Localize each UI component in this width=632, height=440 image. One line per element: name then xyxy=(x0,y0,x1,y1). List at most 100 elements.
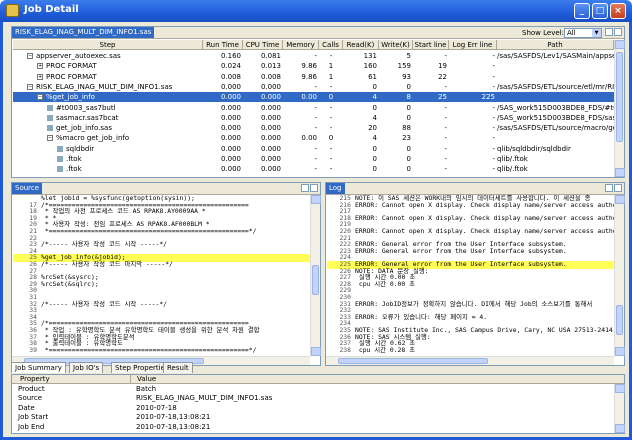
scroll-thumb[interactable] xyxy=(616,305,623,335)
cell-run: 0.000 xyxy=(220,155,241,163)
scroll-up-icon[interactable] xyxy=(615,195,625,204)
column-header[interactable]: Start line xyxy=(413,40,449,50)
column-header[interactable]: Calls xyxy=(319,40,343,50)
cell-step: + PROC FORMAT xyxy=(13,61,203,71)
step-name: appserver_autoexec.sas xyxy=(36,52,121,60)
log-line-text: cpu 시간 0.28 초 xyxy=(355,345,415,354)
cell-step: sasmacr.sas7bcat xyxy=(13,113,203,123)
table-row[interactable]: sasmacr.sas7bcat 0.000 0.000- -4 0- -/SAS_wor… xyxy=(13,113,614,123)
cell-start: - xyxy=(444,103,447,112)
step-name: get_job_info.sas xyxy=(56,124,112,133)
steps-panel: RISK_ELAG_INAG_MULT_DIM_INFO1.sas Show L… xyxy=(11,26,625,178)
cell-run: 0.160 xyxy=(220,52,241,60)
source-tab[interactable]: Source xyxy=(12,183,43,194)
cell-read: 131 xyxy=(363,52,377,60)
source-code-view[interactable]: %let jobid = %sysfunc(getoption(sysin));… xyxy=(13,195,311,355)
table-row[interactable]: .ftok 0.000 0.000- -0 0- - qlib/.ftok xyxy=(13,154,614,164)
expand-icon[interactable]: + xyxy=(37,73,43,80)
column-header[interactable]: Step xyxy=(13,40,203,50)
log-vertical-scrollbar[interactable] xyxy=(614,195,625,356)
cell-run: 0.000 xyxy=(220,124,241,133)
minimize-button[interactable]: _ xyxy=(574,3,590,19)
table-row[interactable]: − RISK_ELAG_INAG_MULT_DIM_INFO1.sas 0.000 0… xyxy=(13,82,614,92)
source-vertical-scrollbar[interactable] xyxy=(310,195,321,356)
table-row[interactable]: .ftok 0.000 0.000- -0 0- - qlib/.ftok xyxy=(13,164,614,174)
collapse-icon[interactable]: − xyxy=(37,94,43,101)
scroll-up-icon[interactable] xyxy=(615,384,625,393)
scroll-down-icon[interactable] xyxy=(615,424,625,433)
collapse-icon[interactable]: − xyxy=(47,135,53,142)
expand-icon[interactable]: + xyxy=(37,63,43,70)
panel-minimize-icon[interactable] xyxy=(605,28,613,36)
cell-read: 4 xyxy=(372,93,377,102)
collapse-icon[interactable]: − xyxy=(27,53,33,59)
table-row[interactable]: − appserver_autoexec.sas 0.160 0.081 - - 131 5 -… xyxy=(13,51,614,61)
table-row[interactable]: + PROC FORMAT 0.008 0.008 9.86 1 61 93 22 - xyxy=(13,72,614,82)
cell-write: 23 xyxy=(402,134,411,143)
column-header[interactable]: Path xyxy=(497,40,614,50)
cell-path xyxy=(497,61,614,71)
line-number: 238 xyxy=(339,345,351,354)
cell-cpu: 0.000 xyxy=(260,155,281,163)
table-row-selected[interactable]: − %get_job_info 0.000 0.000 0.00 0 4 8 25 225 xyxy=(13,92,614,103)
log-tab[interactable]: Log xyxy=(326,183,345,194)
cell-mem: - xyxy=(314,144,317,153)
table-row[interactable]: sqldbdir 0.000 0.000- -0 0- - qlib/sqldbdir/sq… xyxy=(13,144,614,154)
scroll-up-icon[interactable] xyxy=(311,195,321,204)
scroll-down-icon[interactable] xyxy=(615,347,625,356)
cell-read: 4 xyxy=(372,113,377,122)
cell-cpu: 0.081 xyxy=(260,52,281,60)
cell-mem: - xyxy=(314,103,317,112)
step-name: #t0003_sas7butl xyxy=(56,103,116,112)
cell-write: 0 xyxy=(406,144,411,153)
table-row[interactable]: + PROC FORMAT 0.024 0.013 9.86 1 160 159 19 - xyxy=(13,61,614,71)
table-row[interactable]: get_job_info.sas 0.000 0.000- -20 88- -/sas/S… xyxy=(13,123,614,133)
collapse-icon[interactable]: − xyxy=(27,83,33,90)
step-name: .ftok xyxy=(66,165,82,174)
table-row[interactable]: − %macro get_job_info 0.000 0.000 0.00 0 4 23- - xyxy=(13,133,614,143)
tab-job-summary[interactable]: Job Summary xyxy=(11,362,66,373)
scroll-down-icon[interactable] xyxy=(311,347,321,356)
scroll-thumb[interactable] xyxy=(616,52,623,142)
scroll-down-icon[interactable] xyxy=(615,168,625,177)
cell-read: 20 xyxy=(368,124,377,133)
tab-result[interactable]: Result xyxy=(163,362,193,373)
panel-minimize-icon[interactable] xyxy=(605,184,613,192)
scroll-thumb[interactable] xyxy=(312,265,319,295)
column-header[interactable]: CPU Time xyxy=(243,40,283,50)
show-level-select[interactable]: All ▼ xyxy=(564,28,602,38)
cell-write: 0 xyxy=(406,103,411,112)
column-header[interactable]: Write(K) xyxy=(379,40,413,50)
cell-read: 0 xyxy=(372,82,377,91)
panel-maximize-icon[interactable] xyxy=(614,184,622,192)
cell-calls: - xyxy=(329,52,333,60)
panel-maximize-icon[interactable] xyxy=(614,28,622,36)
column-header[interactable]: Log Err line xyxy=(449,40,497,50)
cell-start: - xyxy=(444,155,447,163)
tab-job-io-s[interactable]: Job IO's xyxy=(69,362,104,373)
summary-vertical-scrollbar[interactable] xyxy=(614,384,625,433)
chevron-down-icon[interactable]: ▼ xyxy=(592,29,601,37)
close-button[interactable]: × xyxy=(610,3,626,19)
maximize-button[interactable]: □ xyxy=(592,3,608,19)
column-header[interactable]: Memory xyxy=(283,40,319,50)
cell-err: - xyxy=(492,165,495,174)
column-header[interactable]: Run Time xyxy=(203,40,243,50)
log-text-view[interactable]: 215 NOTE: 이 SAS 세션은 WORK내의 임시의 데이터세트를 사용합… xyxy=(327,195,615,355)
step-name: .ftok xyxy=(66,155,82,163)
cell-start: - xyxy=(444,165,447,174)
property-column-header[interactable]: Property xyxy=(20,375,50,384)
table-row[interactable]: #t0003_sas7butl 0.000 0.000- -0 0- -/SAS_work… xyxy=(13,103,614,113)
scroll-up-icon[interactable] xyxy=(615,40,625,49)
steps-tab[interactable]: RISK_ELAG_INAG_MULT_DIM_INFO1.sas xyxy=(12,27,155,38)
panel-maximize-icon[interactable] xyxy=(310,184,318,192)
cell-write: 5 xyxy=(406,52,411,60)
property-name: Source xyxy=(18,394,43,403)
column-header[interactable]: Read(K) xyxy=(343,40,379,50)
cell-start: 22 xyxy=(438,72,447,81)
cell-calls: - xyxy=(329,124,333,133)
panel-minimize-icon[interactable] xyxy=(301,184,309,192)
steps-vertical-scrollbar[interactable] xyxy=(614,40,625,177)
value-column-header[interactable]: Value xyxy=(130,375,156,384)
source-line-text: *=======================================… xyxy=(41,345,257,354)
